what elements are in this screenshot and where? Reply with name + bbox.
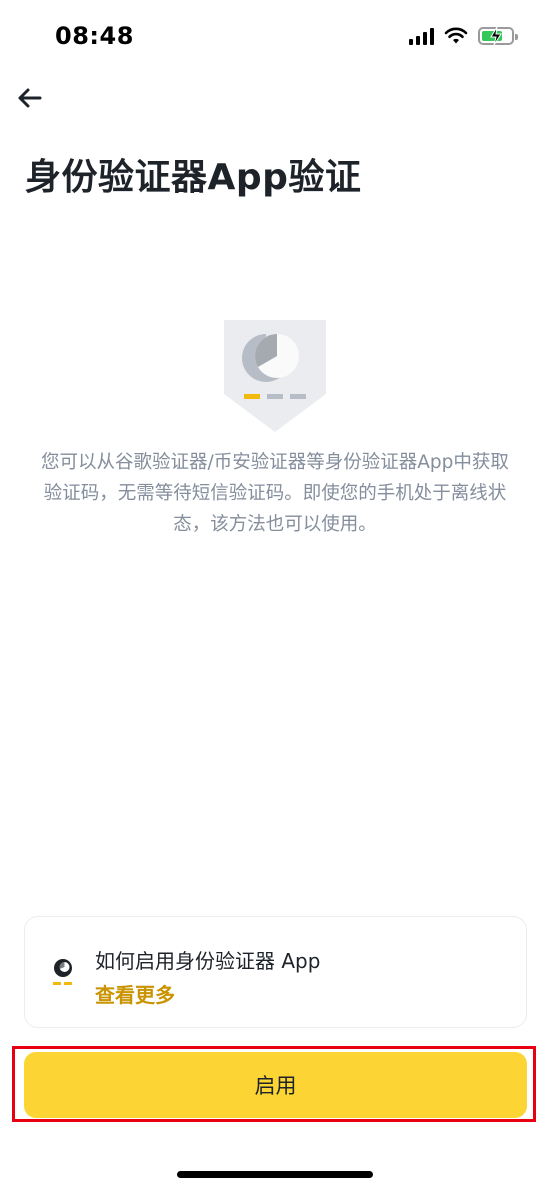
- description-line: 您可以从谷歌验证器/币安验证器等身份验证器App中获取: [41, 452, 509, 473]
- signal-icon: [409, 27, 434, 45]
- enable-button[interactable]: 启用: [24, 1052, 527, 1118]
- view-more-link[interactable]: 查看更多: [95, 979, 175, 1008]
- description-line: 态，该方法也可以使用。: [173, 514, 377, 535]
- status-bar: 08:48: [0, 0, 550, 72]
- wifi-icon: [444, 27, 468, 44]
- card-title: 如何启用身份验证器 App: [95, 949, 321, 973]
- arrow-left-icon: [18, 88, 42, 108]
- back-button[interactable]: [14, 84, 44, 112]
- home-indicator[interactable]: [177, 1171, 373, 1178]
- battery-charging-icon: [478, 26, 518, 46]
- authenticator-shield-icon: [224, 320, 326, 432]
- description-text: 您可以从谷歌验证器/币安验证器等身份验证器App中获取 验证码，无需等待短信验证…: [24, 447, 526, 540]
- page-title: 身份验证器App验证: [25, 157, 362, 198]
- status-icons: [409, 24, 518, 48]
- how-to-enable-card[interactable]: 如何启用身份验证器 App 查看更多: [24, 916, 527, 1028]
- authenticator-icon: [53, 959, 72, 985]
- description-line: 验证码，无需等待短信验证码。即使您的手机处于离线状: [43, 483, 507, 504]
- status-time: 08:48: [55, 22, 134, 50]
